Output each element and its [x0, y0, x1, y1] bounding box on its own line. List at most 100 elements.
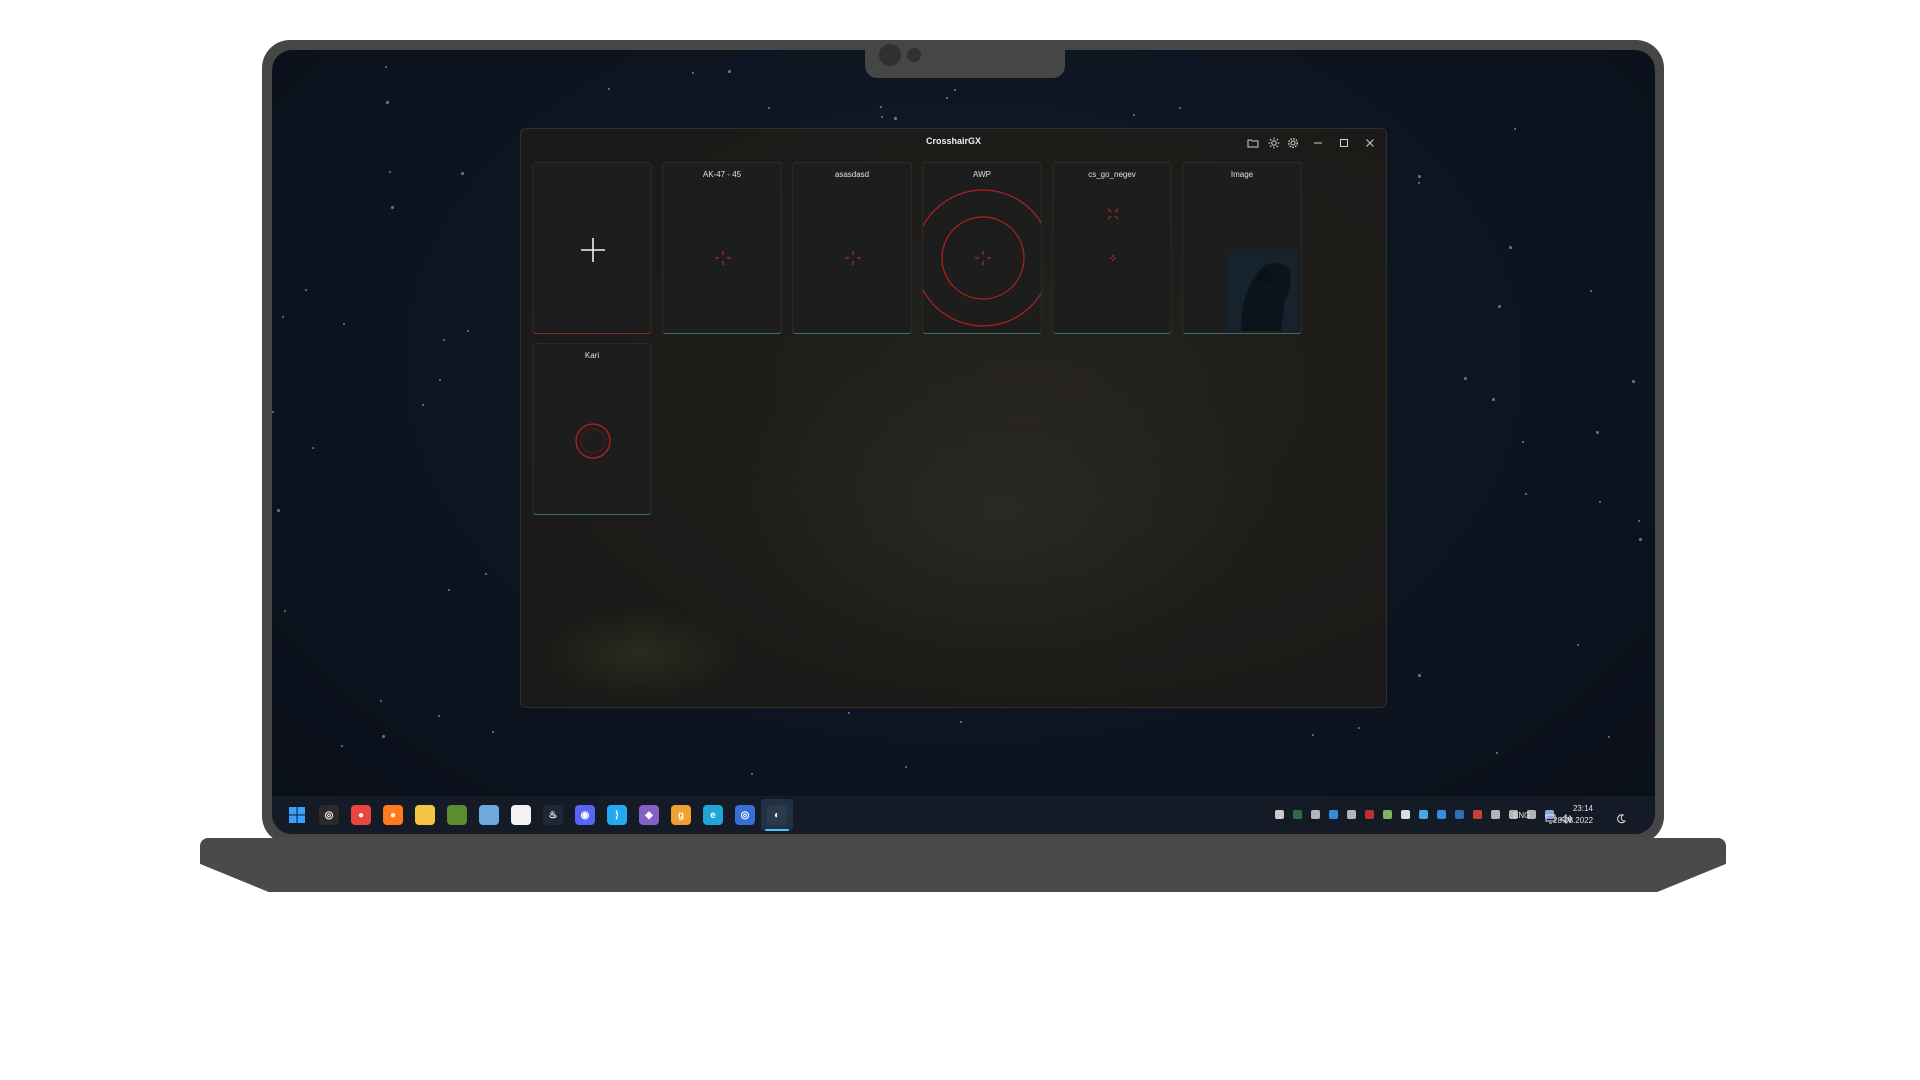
star — [1418, 175, 1421, 178]
star — [1514, 128, 1516, 130]
obs-icon[interactable]: ◎ — [319, 805, 339, 825]
gog-icon[interactable]: g — [671, 805, 691, 825]
star — [1312, 734, 1314, 736]
crosshair-preview — [715, 251, 731, 265]
star — [1522, 441, 1524, 443]
star — [305, 289, 307, 291]
star — [751, 773, 753, 775]
clock-time[interactable]: 23:14 — [1563, 804, 1593, 813]
vscode-icon[interactable]: ⟩ — [607, 805, 627, 825]
app-icon[interactable]: ◎ — [735, 805, 755, 825]
tray-app-icon[interactable] — [1311, 810, 1320, 819]
tray-app-icon[interactable] — [1455, 810, 1464, 819]
language-indicator[interactable]: ENG — [1513, 811, 1530, 820]
tray-app-icon[interactable] — [1473, 810, 1482, 819]
crosshair-card[interactable]: Kari — [532, 343, 652, 515]
discord-alt-icon[interactable] — [511, 805, 531, 825]
star — [284, 610, 286, 612]
tray-app-icon[interactable] — [1293, 810, 1302, 819]
tray-app-icon[interactable] — [1275, 810, 1284, 819]
crosshair-card[interactable]: AWP — [922, 162, 1042, 334]
taskbar: ◎ ● ● ♨ ◉ ⟩ ◆ g e ◎ ◐ ENG 23:14 28.08.2022 — [272, 796, 1655, 834]
star — [439, 379, 441, 381]
chrome-icon[interactable]: ● — [351, 805, 371, 825]
minimize-icon[interactable] — [1307, 132, 1329, 154]
crosshairgx-window: CrosshairGX AK-47 - 45 asasdasd AWP cs_g… — [520, 128, 1387, 708]
camera-lens — [879, 44, 901, 66]
star — [608, 88, 610, 90]
star — [485, 573, 487, 575]
edge-icon[interactable]: e — [703, 805, 723, 825]
star — [1133, 114, 1135, 116]
minecraft-icon[interactable] — [447, 805, 467, 825]
clock-date[interactable]: 28.08.2022 — [1553, 816, 1593, 825]
star — [443, 339, 445, 341]
file-explorer-icon[interactable] — [415, 805, 435, 825]
crosshairgx-icon[interactable]: ◐ — [767, 805, 787, 825]
discord-icon[interactable]: ◉ — [575, 805, 595, 825]
star — [1639, 538, 1642, 541]
star — [1596, 431, 1599, 434]
camera-sensor — [907, 48, 921, 62]
tray-app-icon[interactable] — [1347, 810, 1356, 819]
star — [881, 116, 883, 118]
star — [946, 97, 948, 99]
steam-icon[interactable]: ♨ — [543, 805, 563, 825]
visual-studio-icon[interactable]: ◆ — [639, 805, 659, 825]
star — [343, 323, 345, 325]
active-app-indicator — [765, 829, 789, 831]
notification-moon-icon[interactable] — [1610, 808, 1632, 830]
tray-app-icon[interactable] — [1365, 810, 1374, 819]
star — [385, 66, 387, 68]
star — [848, 712, 850, 714]
crosshair-preview — [575, 423, 611, 459]
tray-app-icon[interactable] — [1401, 810, 1410, 819]
star — [905, 766, 907, 768]
background-art-glow — [541, 609, 741, 699]
tray-app-icon[interactable] — [1329, 810, 1338, 819]
add-crosshair-card[interactable] — [532, 162, 652, 334]
crosshair-card[interactable]: cs_go_negev — [1052, 162, 1172, 334]
star — [1599, 501, 1601, 503]
star — [768, 107, 770, 109]
maximize-icon[interactable] — [1333, 132, 1355, 154]
firefox-icon[interactable]: ● — [383, 805, 403, 825]
star — [1492, 398, 1495, 401]
star — [1464, 377, 1467, 380]
star — [282, 316, 284, 318]
desktop-screen: CrosshairGX AK-47 - 45 asasdasd AWP cs_g… — [272, 50, 1655, 834]
star — [692, 72, 694, 74]
star — [277, 509, 280, 512]
gear-icon[interactable] — [1282, 132, 1304, 154]
star — [1632, 380, 1635, 383]
crosshair-card[interactable]: asasdasd — [792, 162, 912, 334]
star — [386, 101, 389, 104]
folder-icon[interactable] — [1242, 132, 1264, 154]
photos-icon[interactable] — [479, 805, 499, 825]
camera-notch — [865, 40, 1065, 78]
title-bar[interactable]: CrosshairGX — [521, 129, 1386, 157]
windows-start-icon[interactable] — [287, 805, 307, 825]
star — [894, 117, 897, 120]
image-crosshair-card[interactable]: Image — [1182, 162, 1302, 334]
star — [422, 404, 424, 406]
close-icon[interactable] — [1359, 132, 1381, 154]
star — [1498, 305, 1501, 308]
plus-icon — [581, 238, 605, 262]
crosshair-preview — [923, 189, 1041, 327]
star — [461, 172, 464, 175]
tray-app-icon[interactable] — [1383, 810, 1392, 819]
crosshair-card[interactable]: AK-47 - 45 — [662, 162, 782, 334]
star — [1525, 493, 1527, 495]
star — [312, 447, 314, 449]
star — [467, 330, 469, 332]
tray-app-icon[interactable] — [1491, 810, 1500, 819]
tray-app-icon[interactable] — [1419, 810, 1428, 819]
star — [382, 735, 385, 738]
star — [1590, 290, 1592, 292]
tray-app-icon[interactable] — [1437, 810, 1446, 819]
star — [1608, 736, 1610, 738]
star — [728, 70, 731, 73]
image-preview — [1226, 249, 1298, 331]
star — [1496, 752, 1498, 754]
